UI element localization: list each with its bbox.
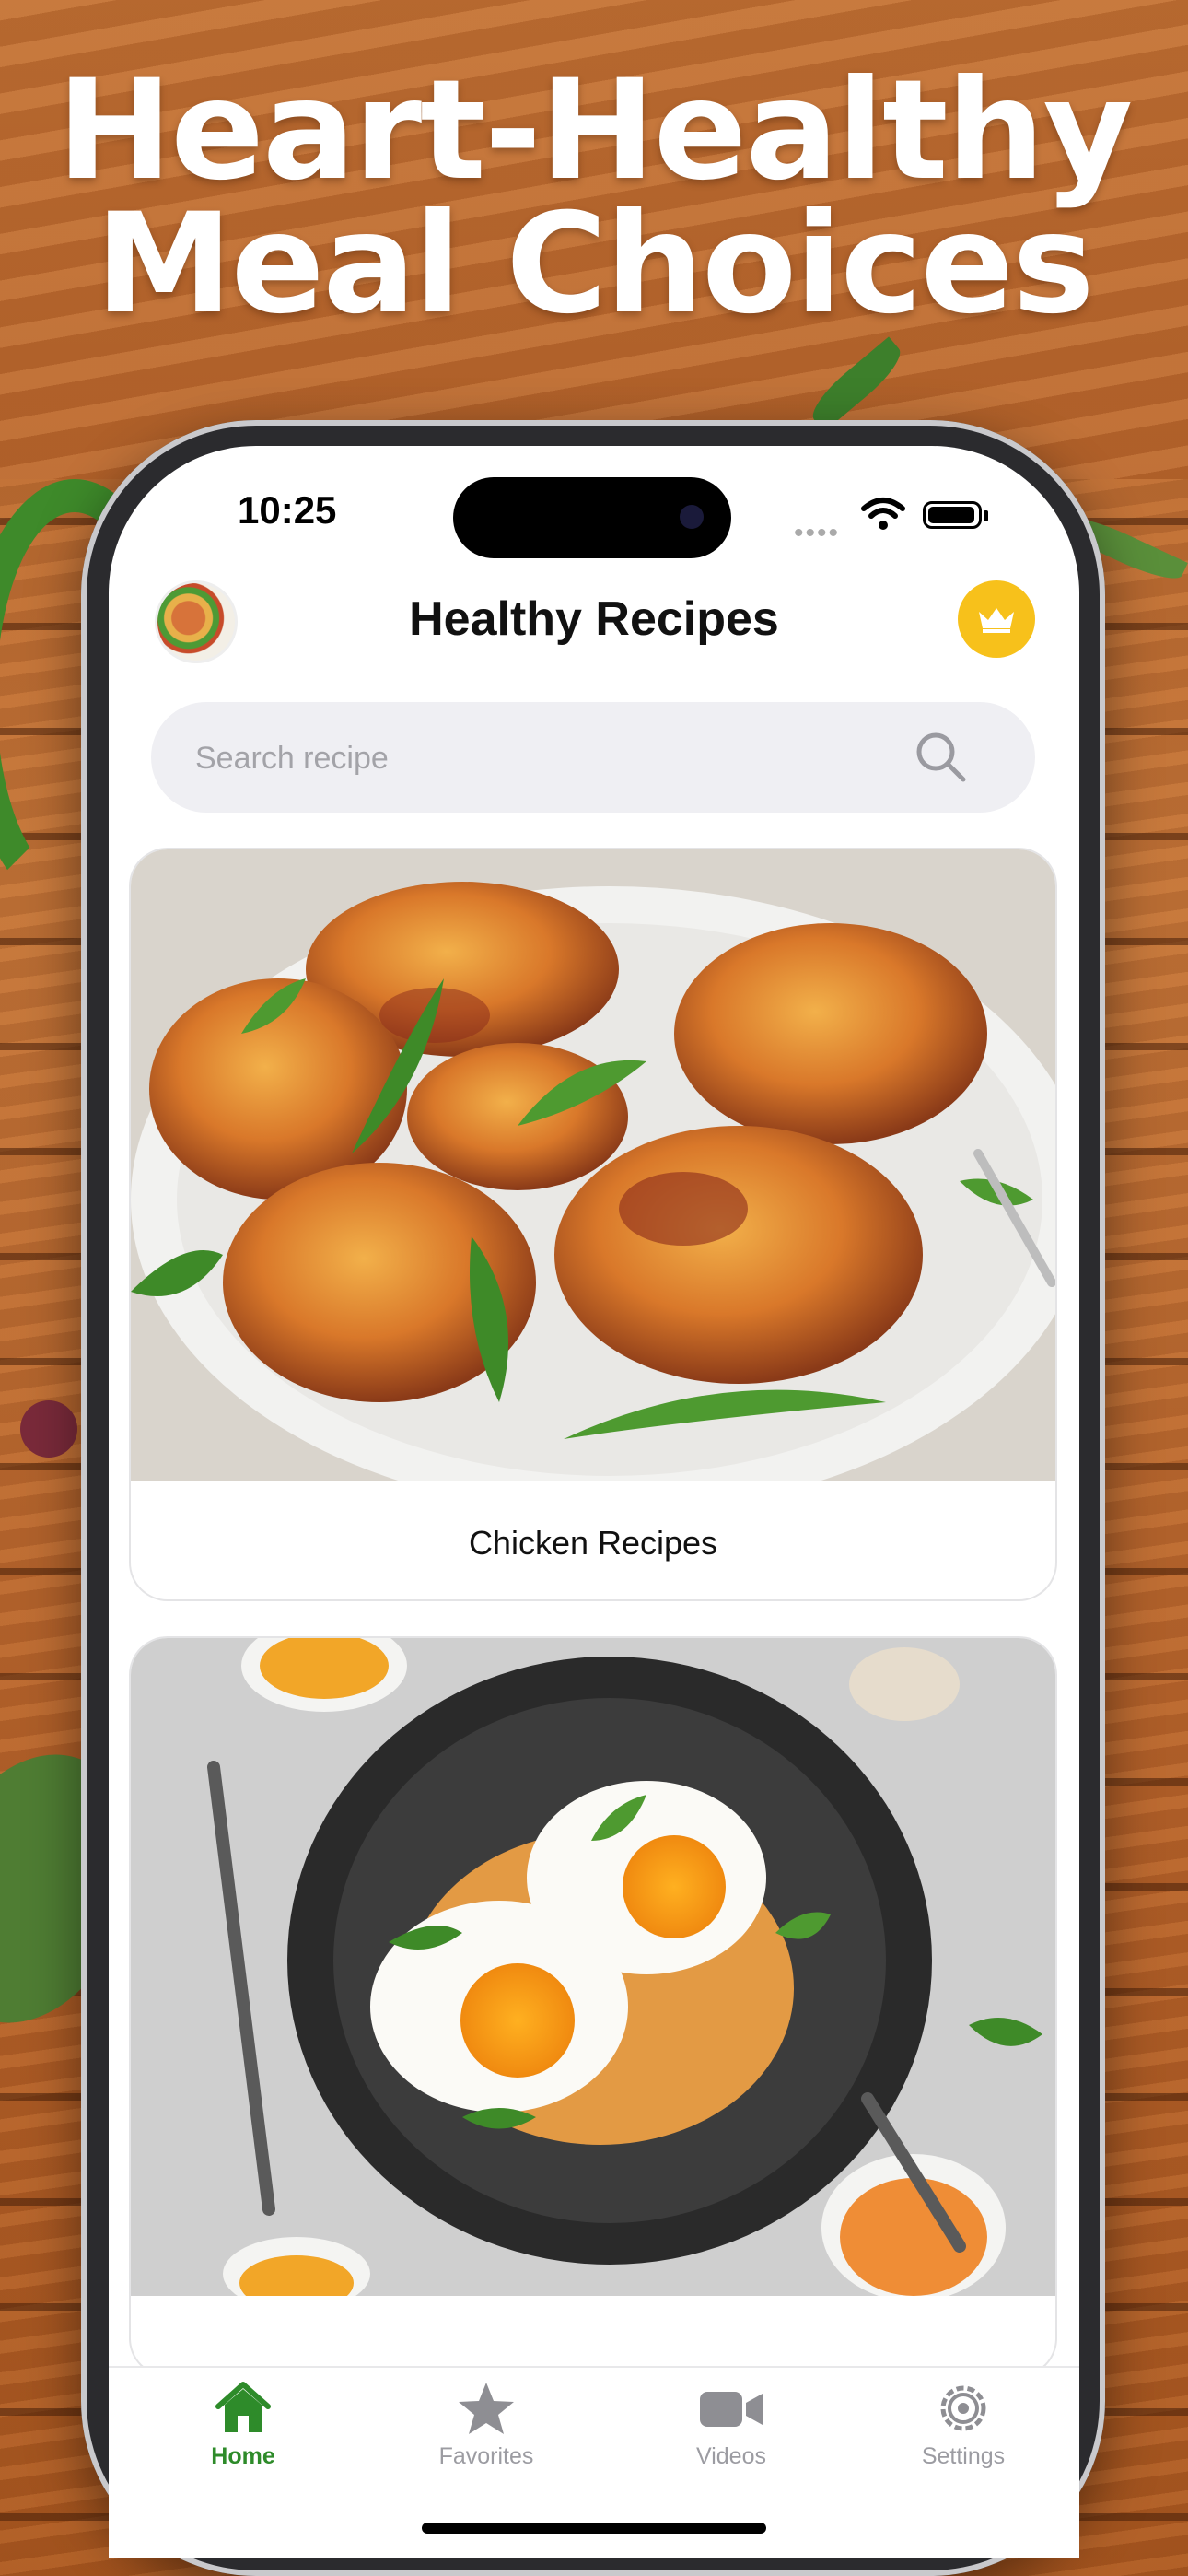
recipe-card[interactable]: Chicken Recipes <box>131 849 1055 1599</box>
camera-icon <box>680 505 704 529</box>
berry-decoration <box>20 1400 77 1458</box>
premium-button[interactable] <box>958 580 1035 658</box>
egg-dish-image <box>131 1638 1055 2296</box>
tab-home-label: Home <box>211 2443 275 2469</box>
search-bar[interactable] <box>151 702 1035 814</box>
house-icon <box>215 2382 271 2432</box>
video-camera-icon <box>700 2392 763 2427</box>
promo-headline: Heart-Healthy Meal Choices <box>0 51 1188 345</box>
dynamic-island <box>453 477 731 558</box>
promo-headline-line2: Meal Choices <box>95 184 1094 345</box>
tab-settings-label: Settings <box>921 2443 1006 2469</box>
gear-icon <box>940 2385 986 2431</box>
chicken-dish-image <box>131 849 1055 1481</box>
search-input[interactable] <box>193 702 915 814</box>
tab-videos-label: Videos <box>696 2443 766 2469</box>
wifi-icon <box>861 498 905 530</box>
tab-home[interactable]: Home <box>151 2381 335 2470</box>
recipe-card[interactable] <box>131 1638 1055 2375</box>
status-indicators: •••• <box>794 496 1033 548</box>
recipe-card-label: Chicken Recipes <box>468 1524 718 1562</box>
battery-cap <box>984 510 988 521</box>
battery-icon <box>923 501 982 529</box>
tab-videos[interactable]: Videos <box>639 2381 823 2470</box>
status-time: 10:25 <box>238 488 337 532</box>
star-icon <box>459 2383 514 2434</box>
tab-favorites-label: Favorites <box>438 2443 534 2469</box>
promo-headline-line1: Heart-Healthy <box>56 51 1134 211</box>
search-icon[interactable] <box>912 728 971 787</box>
tab-settings[interactable]: Settings <box>871 2381 1055 2470</box>
tab-favorites[interactable]: Favorites <box>394 2381 578 2470</box>
home-indicator <box>422 2523 766 2534</box>
cellular-signal-icon: •••• <box>794 518 841 548</box>
crown-icon <box>979 608 1014 633</box>
